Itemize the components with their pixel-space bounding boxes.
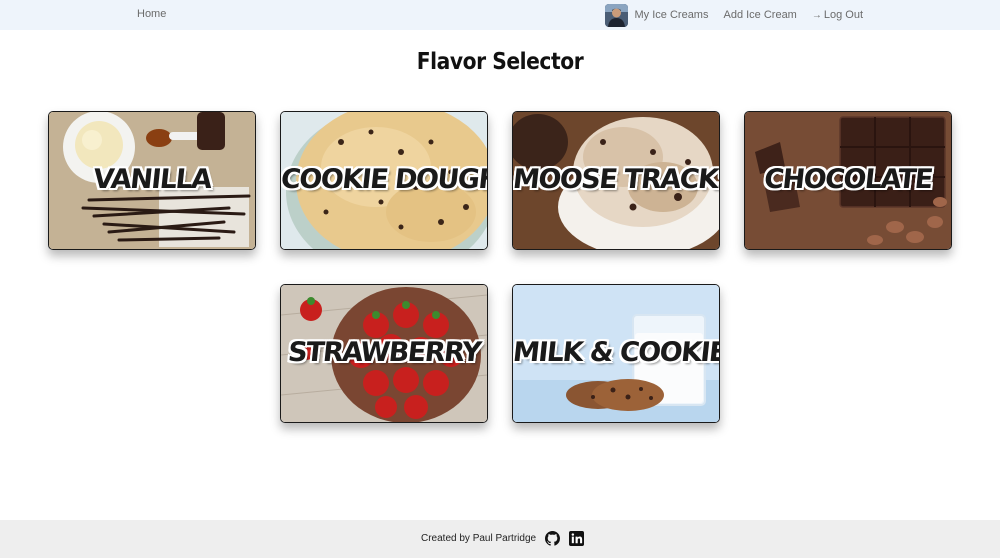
nav-my-ice-creams-link[interactable]: My Ice Creams	[635, 9, 709, 21]
nav-logout-link[interactable]: → Log Out	[812, 9, 863, 21]
avatar[interactable]	[604, 3, 628, 27]
footer-credit: Created by Paul Partridge	[421, 533, 537, 544]
flavor-label: Chocolate	[762, 163, 934, 195]
flavor-card-milk-and-cookies[interactable]: Milk & Cookies	[512, 284, 720, 423]
flavor-label: Strawberry	[286, 336, 482, 368]
nav-right-group: My Ice Creams Add Ice Cream → Log Out	[604, 3, 863, 27]
footer: Created by Paul Partridge	[0, 520, 1000, 558]
flavor-card-moose-tracks[interactable]: Moose Tracks	[512, 111, 720, 250]
flavor-label: Cookie Dough	[280, 163, 488, 195]
nav-home-link[interactable]: Home	[137, 8, 166, 20]
navbar: Home My Ice Creams Add Ice Cream → Log Ou…	[0, 0, 1000, 30]
linkedin-icon[interactable]	[569, 531, 585, 546]
logout-arrow-icon: →	[811, 10, 822, 21]
flavor-label: Milk & Cookies	[512, 336, 720, 368]
flavor-card-chocolate[interactable]: Chocolate	[744, 111, 952, 250]
flavor-card-strawberry[interactable]: Strawberry	[280, 284, 488, 423]
page-title: Flavor Selector	[416, 49, 584, 75]
logout-label: Log Out	[823, 9, 863, 21]
flavor-label: Moose Tracks	[512, 163, 720, 195]
flavor-label: Vanilla	[91, 163, 213, 195]
nav-add-ice-cream-link[interactable]: Add Ice Cream	[723, 9, 796, 21]
github-icon[interactable]	[545, 531, 561, 546]
flavor-card-cookie-dough[interactable]: Cookie Dough	[280, 111, 488, 250]
footer-content: Created by Paul Partridge	[421, 531, 585, 546]
flavor-card-vanilla[interactable]: Vanilla	[48, 111, 256, 250]
